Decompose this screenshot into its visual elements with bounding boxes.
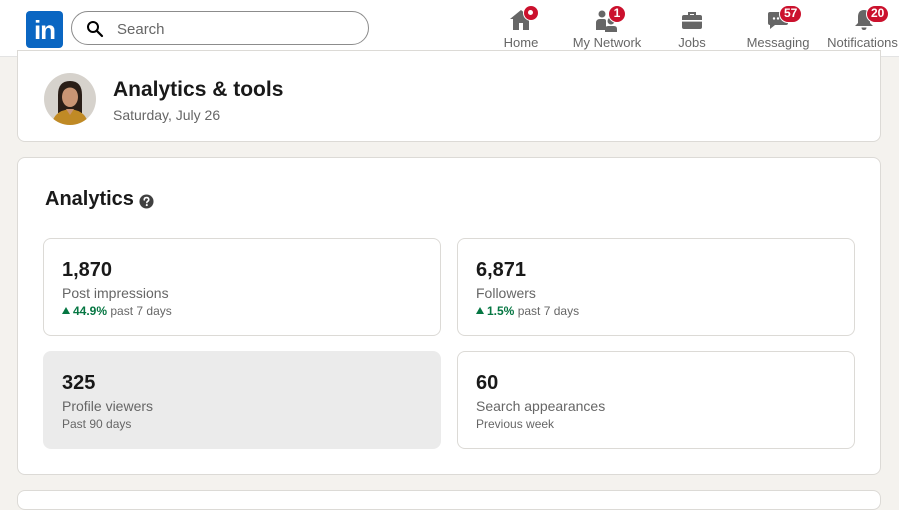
linkedin-logo[interactable]: in xyxy=(26,11,63,48)
nav-messaging[interactable]: 57 Messaging xyxy=(744,0,812,56)
metric-value: 60 xyxy=(476,372,499,394)
metric-period: past 7 days xyxy=(110,304,172,318)
metric-change: 1.5% past 7 days xyxy=(476,304,579,318)
analytics-card: Analytics 1,870 Post impressions 44.9% p… xyxy=(17,157,881,475)
nav-home[interactable]: Home xyxy=(496,0,546,56)
metric-value: 1,870 xyxy=(62,259,113,281)
metric-post-impressions[interactable]: 1,870 Post impressions 44.9% past 7 days xyxy=(43,238,441,336)
metric-period: Past 90 days xyxy=(62,417,132,431)
metric-change-value: 1.5% xyxy=(487,304,515,318)
analytics-heading: Analytics xyxy=(45,188,134,210)
search-box[interactable] xyxy=(71,11,369,45)
nav-my-network-label: My Network xyxy=(572,35,642,50)
metric-label: Followers xyxy=(476,285,536,301)
messaging-badge: 57 xyxy=(779,5,803,23)
nav-home-label: Home xyxy=(503,35,539,50)
metric-value: 6,871 xyxy=(476,259,527,281)
notifications-badge: 20 xyxy=(866,5,890,23)
trend-up-icon xyxy=(476,307,484,314)
next-section-card xyxy=(17,490,881,510)
page-date: Saturday, July 26 xyxy=(113,107,221,123)
home-notification-dot xyxy=(523,5,539,21)
nav-my-network[interactable]: 1 My Network xyxy=(566,0,648,56)
metric-label: Post impressions xyxy=(62,285,169,301)
nav-jobs-label: Jobs xyxy=(678,35,706,50)
metric-period: Previous week xyxy=(476,417,555,431)
profile-avatar[interactable] xyxy=(44,73,96,125)
nav-notifications-label: Notifications xyxy=(827,35,898,50)
trend-up-icon xyxy=(62,307,70,314)
nav-notifications[interactable]: 20 Notifications xyxy=(826,0,899,56)
metric-search-appearances[interactable]: 60 Search appearances Previous week xyxy=(457,351,855,449)
metric-change: 44.9% past 7 days xyxy=(62,304,172,318)
metric-change-value: 44.9% xyxy=(73,304,108,318)
help-icon[interactable] xyxy=(139,194,154,209)
top-navigation-bar: in Home 1 My Network Jobs xyxy=(0,0,899,57)
search-icon xyxy=(87,21,104,38)
profile-photo xyxy=(44,73,96,125)
page-title: Analytics & tools xyxy=(113,78,284,101)
search-input[interactable] xyxy=(115,18,359,40)
metric-label: Search appearances xyxy=(476,398,606,414)
network-badge: 1 xyxy=(608,5,626,23)
nav-jobs[interactable]: Jobs xyxy=(668,0,716,56)
analytics-tools-header-card: Analytics & tools Saturday, July 26 xyxy=(17,50,881,142)
metric-value: 325 xyxy=(62,372,96,394)
metric-period: past 7 days xyxy=(517,304,580,318)
briefcase-icon xyxy=(682,12,702,29)
metric-followers[interactable]: 6,871 Followers 1.5% past 7 days xyxy=(457,238,855,336)
metric-profile-viewers[interactable]: 325 Profile viewers Past 90 days xyxy=(43,351,441,449)
metric-label: Profile viewers xyxy=(62,398,154,414)
nav-messaging-label: Messaging xyxy=(746,35,810,50)
